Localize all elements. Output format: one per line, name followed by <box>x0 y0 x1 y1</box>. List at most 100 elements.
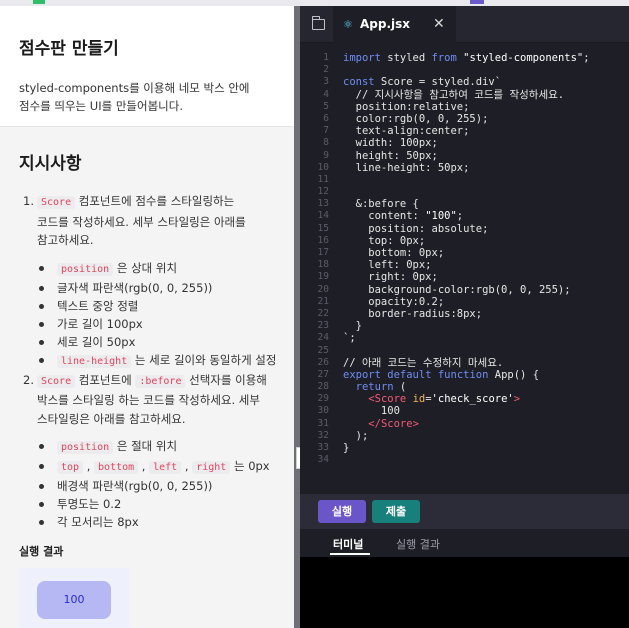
instructions-heading: 지시사항 <box>19 154 82 174</box>
code-line[interactable]: 6 color:rgb(0, 0, 255); <box>300 113 629 125</box>
code-text: const Score = styled.div` <box>343 76 502 89</box>
list-item: 투명도는 0.2 <box>37 495 283 513</box>
line-number: 15 <box>317 222 329 234</box>
separator: , <box>83 459 95 473</box>
bullet-text: 는 세로 길이와 동일하게 설정 <box>131 352 277 367</box>
code-text: ); <box>343 429 369 442</box>
code-text: opacity:0.2; <box>343 295 445 308</box>
code-line[interactable]: 5 position:relative; <box>300 101 629 113</box>
list-item: top , bottom , left , right 는 0px <box>37 457 283 477</box>
code-line[interactable]: 1 import styled from "styled-components"; <box>300 52 629 64</box>
code-line[interactable]: 29 <Score id='check_score'> <box>300 393 629 405</box>
code-text: background-color:rgb(0, 0, 255); <box>343 283 571 296</box>
code-line[interactable]: 4 // 지시사항을 참고하여 코드를 작성하세요. <box>300 89 629 101</box>
line-number: 11 <box>317 173 329 185</box>
bullet-text: 글자색 파란색(rgb(0, 0, 255)) <box>57 280 213 295</box>
list-item: 세로 길이 50px <box>37 333 283 351</box>
code-line[interactable]: 12 <box>300 186 629 198</box>
code-line[interactable]: 18 left: 0px; <box>300 259 629 271</box>
step-text: 컴포넌트에 점수를 스타일링하는 <box>75 194 235 208</box>
code-line[interactable]: 30 100 <box>300 405 629 417</box>
code-line[interactable]: 28 return ( <box>300 381 629 393</box>
tab-output[interactable]: 실행 결과 <box>396 536 440 552</box>
lesson-description: styled-components를 이용해 네모 박스 안에 점수를 띄우는 … <box>19 79 294 115</box>
step-text: 박스를 스타일링 하는 코드를 작성하세요. 세부 <box>37 393 260 407</box>
file-folder-icon[interactable] <box>312 16 325 30</box>
react-icon: ⚛ <box>343 18 353 31</box>
line-number: 17 <box>317 247 329 258</box>
action-bar: 실행 제출 <box>300 494 629 529</box>
code-text: // 아래 코드는 수정하지 마세요. <box>343 356 504 369</box>
line-number: 22 <box>317 307 329 319</box>
code-line[interactable]: 23 } <box>300 320 629 332</box>
code-text: bottom: 0px; <box>343 247 445 259</box>
instruction-steps: 1. Score 컴포넌트에 점수를 스타일링하는 코드를 작성하세요. 세부 … <box>19 192 294 531</box>
tab-terminal[interactable]: 터미널 <box>333 536 363 552</box>
code-line[interactable]: 32 ); <box>300 430 629 442</box>
tab-app-jsx[interactable]: ⚛ App.jsx ✕ <box>333 6 456 43</box>
list-item: position 은 절대 위치 <box>37 437 283 457</box>
code-text: width: 100px; <box>343 137 438 150</box>
list-item: line-height 는 세로 길이와 동일하게 설정 <box>37 351 283 371</box>
code-text: text-align:center; <box>343 125 470 138</box>
code-text: left: 0px; <box>343 259 432 272</box>
code-text: height: 50px; <box>343 149 438 162</box>
bullet-text: 은 절대 위치 <box>113 439 178 453</box>
code-line[interactable]: 16 top: 0px; <box>300 235 629 247</box>
result-label: 실행 결과 <box>19 545 64 558</box>
code-line[interactable]: 14 content: "100"; <box>300 210 629 222</box>
code-line[interactable]: 3 const Score = styled.div` <box>300 76 629 88</box>
code-text: top: 0px; <box>343 234 426 247</box>
code-line[interactable]: 22 border-radius:8px; <box>300 308 629 320</box>
code-line[interactable]: 25 <box>300 345 629 357</box>
code-editor[interactable]: ⚛ App.jsx ✕ 1 import styled from "styled-… <box>300 6 629 628</box>
terminal-output[interactable] <box>300 557 629 628</box>
code-text: 100 <box>343 405 400 418</box>
instructions-panel[interactable]: 점수판 만들기 styled-components를 이용해 네모 박스 안에 … <box>0 6 294 628</box>
code-text: position:relative; <box>343 100 470 113</box>
list-item: 각 모서리는 8px <box>37 513 283 531</box>
line-number: 1 <box>323 52 329 63</box>
code-line[interactable]: 17 bottom: 0px; <box>300 247 629 259</box>
code-line[interactable]: 11 <box>300 174 629 186</box>
code-text: // 지시사항을 참고하여 코드를 작성하세요. <box>343 88 565 101</box>
code-line[interactable]: 21 opacity:0.2; <box>300 296 629 308</box>
editor-tab-bar: ⚛ App.jsx ✕ <box>300 6 629 43</box>
code-text: export default function App() { <box>343 368 540 381</box>
code-line[interactable]: 34 <box>300 454 629 466</box>
submit-button[interactable]: 제출 <box>372 500 420 523</box>
code-line[interactable]: 20 background-color:rgb(0, 0, 255); <box>300 284 629 296</box>
tab-label: App.jsx <box>360 17 411 31</box>
close-icon[interactable]: ✕ <box>433 16 445 32</box>
lesson-title: 점수판 만들기 <box>19 39 119 59</box>
code-line[interactable]: 31 </Score> <box>300 418 629 430</box>
code-line[interactable]: 33} <box>300 442 629 454</box>
code-text: </Score> <box>368 417 419 430</box>
code-line[interactable]: 26 // 아래 코드는 수정하지 마세요. <box>300 357 629 369</box>
line-number: 18 <box>317 259 329 271</box>
code-line[interactable]: 19 right: 0px; <box>300 271 629 283</box>
step-number: 2. <box>23 372 34 387</box>
score-box: 100 <box>37 581 111 619</box>
line-number: 2 <box>323 64 329 76</box>
code-line[interactable]: 24 `; <box>300 332 629 344</box>
run-button[interactable]: 실행 <box>318 500 366 523</box>
code-line[interactable]: 9 height: 50px; <box>300 150 629 162</box>
code-line[interactable]: 13 &:before { <box>300 198 629 210</box>
code-area[interactable]: 1 import styled from "styled-components";… <box>300 52 629 466</box>
step-number: 1. <box>23 194 34 208</box>
code-line[interactable]: 15 position: absolute; <box>300 223 629 235</box>
code-text: return ( <box>355 381 407 394</box>
line-number: 16 <box>317 234 329 246</box>
code-line[interactable]: 10 line-height: 50px; <box>300 162 629 174</box>
code-line[interactable]: 8 width: 100px; <box>300 137 629 149</box>
top-accent-green <box>33 0 45 4</box>
bullet-text: 세로 길이 50px <box>57 334 136 349</box>
code-line[interactable]: 7 text-align:center; <box>300 125 629 137</box>
code-text: import styled from "styled-components"; <box>343 52 590 64</box>
list-item: 배경색 파란색(rgb(0, 0, 255)) <box>37 477 283 495</box>
line-number: 33 <box>317 442 329 453</box>
code-line[interactable]: 27 export default function App() { <box>300 369 629 381</box>
code-line[interactable]: 2 <box>300 64 629 76</box>
